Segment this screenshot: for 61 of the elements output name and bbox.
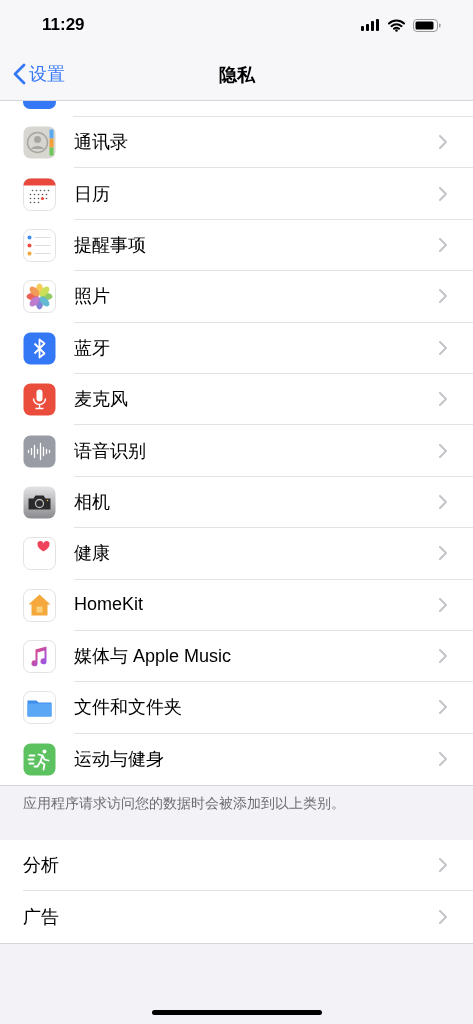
chevron-icon — [439, 700, 447, 715]
row-label: 照片 — [74, 285, 111, 309]
row-label: HomeKit — [74, 594, 145, 616]
camera-icon — [23, 485, 56, 519]
chevron-icon — [439, 494, 447, 509]
row-label: 广告 — [23, 906, 60, 930]
photos-icon — [23, 280, 56, 314]
files-icon — [23, 691, 56, 725]
back-chevron-icon — [13, 63, 26, 85]
settings-row[interactable]: 文件和文件夹 — [0, 682, 473, 734]
music-icon — [23, 640, 56, 674]
row-label: 通讯录 — [74, 131, 129, 155]
chevron-icon — [439, 910, 447, 925]
row-label: 分析 — [23, 854, 60, 878]
row-label: 文件和文件夹 — [74, 696, 183, 720]
row-label: 提醒事项 — [74, 233, 147, 257]
battery-icon — [413, 18, 441, 32]
app-icon — [23, 101, 56, 109]
chevron-icon — [439, 649, 447, 664]
row-label: 媒体与 Apple Music — [74, 645, 233, 669]
back-button[interactable]: 设置 — [13, 62, 65, 86]
chevron-icon — [439, 546, 447, 561]
signal-icon — [361, 19, 380, 31]
row-label: 麦克风 — [74, 388, 129, 412]
chevron-icon — [439, 392, 447, 407]
settings-row[interactable]: 日历 — [0, 168, 473, 220]
row-label: 蓝牙 — [74, 336, 111, 360]
chevron-icon — [439, 597, 447, 612]
chevron-icon — [439, 237, 447, 252]
chevron-icon — [439, 443, 447, 458]
row-label: 健康 — [74, 542, 111, 566]
chevron-icon — [439, 858, 447, 873]
section-footer: 应用程序请求访问您的数据时会被添加到以上类别。 — [0, 786, 473, 833]
bluetooth-icon — [23, 331, 56, 365]
fitness-icon — [23, 742, 56, 776]
settings-row[interactable]: 语音识别 — [0, 425, 473, 477]
home-icon — [23, 588, 56, 622]
chevron-icon — [439, 752, 447, 767]
chevron-icon — [439, 186, 447, 201]
health-icon — [23, 537, 56, 571]
contacts-icon — [23, 126, 56, 160]
calendar-icon — [23, 177, 56, 211]
page-title: 隐私 — [218, 64, 255, 87]
settings-row[interactable]: HomeKit — [0, 579, 473, 631]
row-label: 日历 — [74, 182, 111, 206]
microphone-icon — [23, 383, 56, 417]
reminders-icon — [23, 228, 56, 262]
chevron-icon — [439, 340, 447, 355]
chevron-icon — [439, 135, 447, 150]
row-label: 运动与健身 — [74, 748, 165, 772]
chevron-icon — [439, 289, 447, 304]
settings-row[interactable]: 蓝牙 — [0, 322, 473, 374]
row-label: 语音识别 — [74, 439, 147, 463]
settings-row[interactable]: 照片 — [0, 271, 473, 323]
settings-row[interactable]: 广告 — [0, 891, 473, 943]
wifi-icon — [388, 18, 405, 32]
settings-row[interactable]: 健康 — [0, 528, 473, 580]
speech-icon — [23, 434, 56, 468]
row-label: 相机 — [74, 490, 111, 514]
status-time: 11:29 — [42, 15, 85, 35]
settings-row[interactable]: 运动与健身 — [0, 733, 473, 786]
